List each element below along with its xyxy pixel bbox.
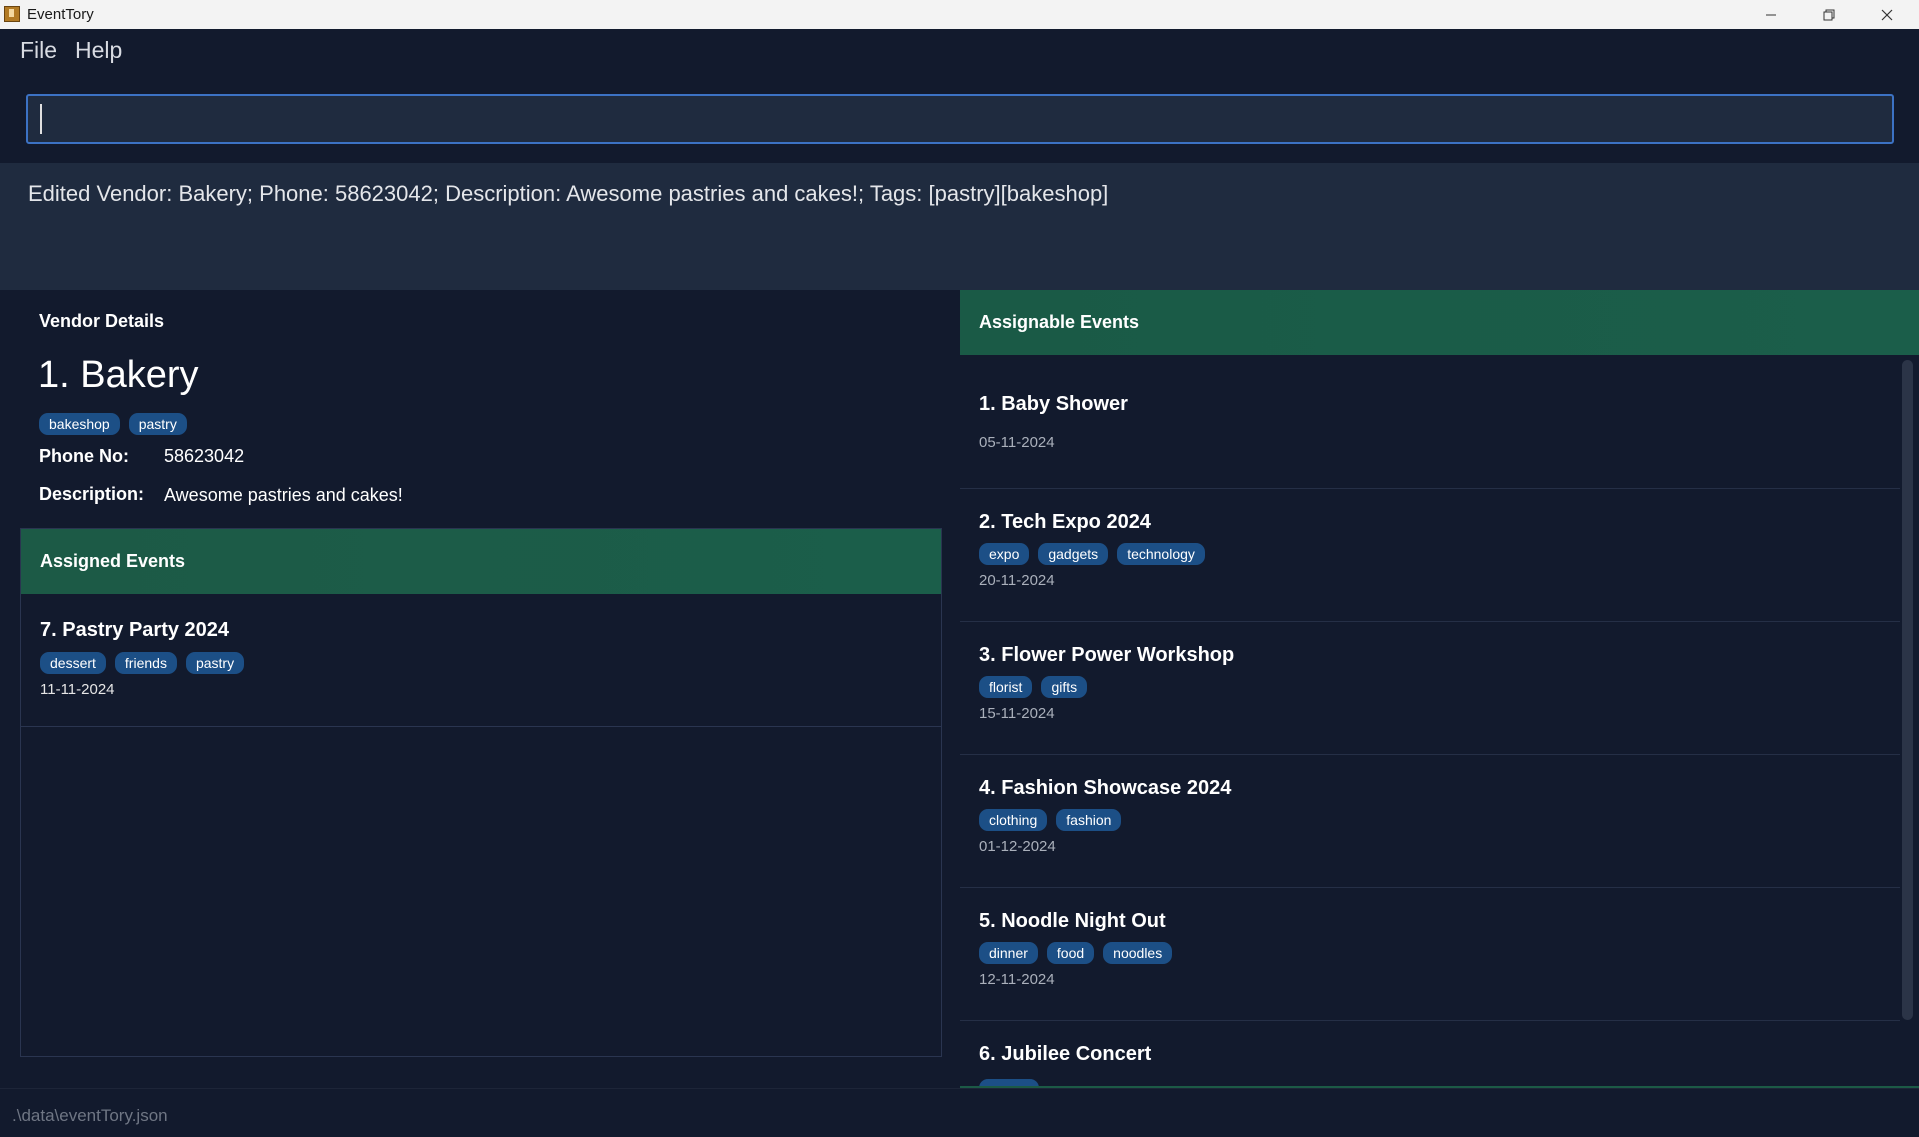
event-tags: clothing fashion <box>979 809 1122 831</box>
tag: dessert <box>40 652 106 674</box>
text-caret <box>40 104 42 134</box>
list-item[interactable]: 3. Flower Power Workshop florist gifts 1… <box>960 622 1900 755</box>
status-file-path: .\data\eventTory.json <box>12 1106 168 1125</box>
event-tags: dinner food noodles <box>979 942 1173 964</box>
event-title: 2. Tech Expo 2024 <box>979 511 1151 533</box>
tag: bakeshop <box>39 413 120 435</box>
restore-button[interactable] <box>1800 0 1858 29</box>
description-label: Description: <box>39 484 145 504</box>
tag: fashion <box>1056 809 1122 831</box>
event-title: 5. Noodle Night Out <box>979 910 1166 932</box>
list-item[interactable]: 6. Jubilee Concert <box>960 1021 1900 1087</box>
assigned-events-header: Assigned Events <box>21 529 941 594</box>
event-date: 01-12-2024 <box>979 838 1056 855</box>
menu-help[interactable]: Help <box>75 37 122 64</box>
assignable-events-header: Assignable Events <box>960 290 1919 355</box>
tag: gifts <box>1041 676 1088 698</box>
event-tags: dessert friends pastry <box>40 652 245 674</box>
minimize-icon <box>1766 14 1776 15</box>
description-value: Awesome pastries and cakes! <box>164 485 403 505</box>
list-item[interactable]: 7. Pastry Party 2024 dessert friends pas… <box>21 594 941 727</box>
restore-icon <box>1823 9 1835 20</box>
list-item[interactable]: 1. Baby Shower 05-11-2024 <box>960 355 1900 489</box>
event-date: 11-11-2024 <box>40 681 115 698</box>
status-bar: .\data\eventTory.json <box>0 1088 1919 1137</box>
vendor-tags: bakeshop pastry <box>39 413 187 435</box>
assignable-events-panel: Assignable Events 1. Baby Shower 05-11-2… <box>960 290 1919 1087</box>
result-message: Edited Vendor: Bakery; Phone: 58623042; … <box>28 181 1109 206</box>
list-item[interactable]: 4. Fashion Showcase 2024 clothing fashio… <box>960 755 1900 888</box>
tag: pastry <box>128 413 187 435</box>
tag: noodles <box>1103 942 1173 964</box>
app-icon <box>4 6 20 22</box>
event-date: 20-11-2024 <box>979 572 1055 589</box>
command-area <box>0 71 1919 163</box>
event-date: 15-11-2024 <box>979 705 1055 722</box>
event-title: 7. Pastry Party 2024 <box>40 619 230 641</box>
tag: dinner <box>979 942 1038 964</box>
assignable-events-heading: Assignable Events <box>979 312 1140 332</box>
tag: technology <box>1117 543 1205 565</box>
vendor-details-heading: Vendor Details <box>39 311 165 331</box>
title-bar: EventTory <box>0 0 1919 29</box>
event-tags: expo gadgets technology <box>979 543 1205 565</box>
event-date: 05-11-2024 <box>979 434 1055 451</box>
phone-label: Phone No: <box>39 446 129 466</box>
event-title: 6. Jubilee Concert <box>979 1043 1152 1065</box>
window-title: EventTory <box>27 6 94 23</box>
assignable-events-list[interactable]: 1. Baby Shower 05-11-2024 2. Tech Expo 2… <box>960 355 1900 1087</box>
tag: pastry <box>185 652 245 674</box>
tag: expo <box>979 543 1030 565</box>
menu-bar: File Help <box>0 29 1919 71</box>
vendor-details-panel: Vendor Details 1. Bakery bakeshop pastry… <box>0 290 958 1087</box>
menu-file[interactable]: File <box>20 37 57 64</box>
command-input[interactable] <box>26 94 1894 144</box>
vendor-name: 1. Bakery <box>38 354 199 396</box>
event-tags: florist gifts <box>979 676 1088 698</box>
event-title: 4. Fashion Showcase 2024 <box>979 777 1232 799</box>
event-date: 12-11-2024 <box>979 971 1055 988</box>
assigned-events-list: Assigned Events 7. Pastry Party 2024 des… <box>20 528 942 1057</box>
close-icon <box>1881 9 1893 20</box>
tag: clothing <box>979 809 1048 831</box>
list-item[interactable]: 2. Tech Expo 2024 expo gadgets technolog… <box>960 489 1900 622</box>
tag: food <box>1046 942 1095 964</box>
event-title: 3. Flower Power Workshop <box>979 644 1235 666</box>
list-item[interactable]: 5. Noodle Night Out dinner food noodles … <box>960 888 1900 1021</box>
scrollbar[interactable] <box>1902 360 1913 1020</box>
event-title: 1. Baby Shower <box>979 393 1128 415</box>
result-display: Edited Vendor: Bakery; Phone: 58623042; … <box>0 163 1919 290</box>
minimize-button[interactable] <box>1742 0 1800 29</box>
tag: gadgets <box>1038 543 1109 565</box>
assigned-events-heading: Assigned Events <box>40 551 186 571</box>
phone-value: 58623042 <box>164 446 245 466</box>
tag: friends <box>114 652 177 674</box>
close-button[interactable] <box>1858 0 1916 29</box>
tag: florist <box>979 676 1033 698</box>
